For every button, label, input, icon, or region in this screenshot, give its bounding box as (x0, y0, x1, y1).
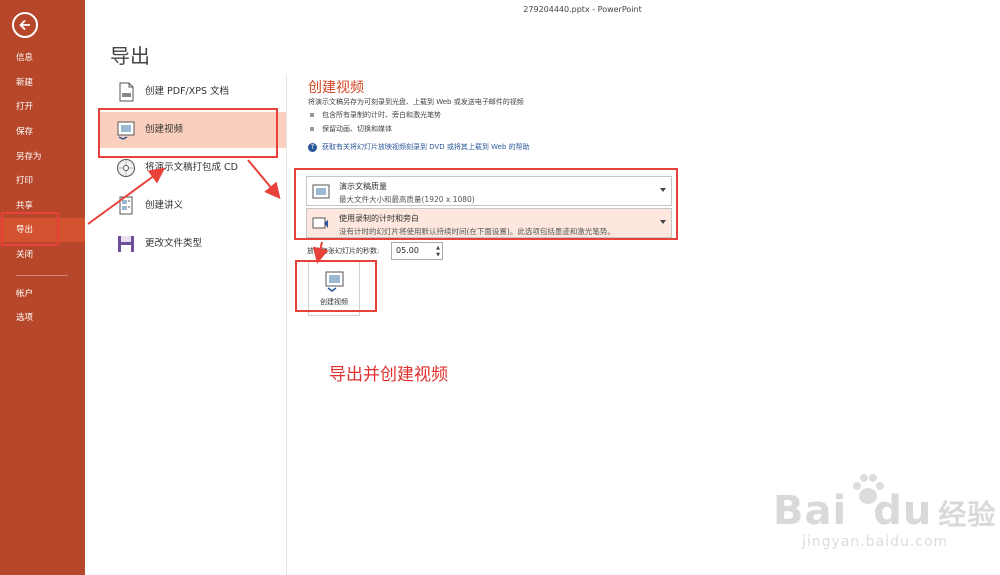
arrow-to-video-option (87, 167, 166, 225)
arrow-to-settings (247, 159, 281, 200)
annotation-text: 导出并创建视频 (329, 365, 448, 385)
watermark-logo: Bai du 经验 (773, 488, 996, 534)
watermark-logo-du: du (873, 488, 933, 534)
watermark-url: jingyan.baidu.com (802, 534, 949, 550)
watermark-logo-bai: Bai (773, 488, 848, 534)
watermark-logo-cn: 经验 (938, 498, 997, 531)
arrow-to-create-button (312, 241, 329, 264)
